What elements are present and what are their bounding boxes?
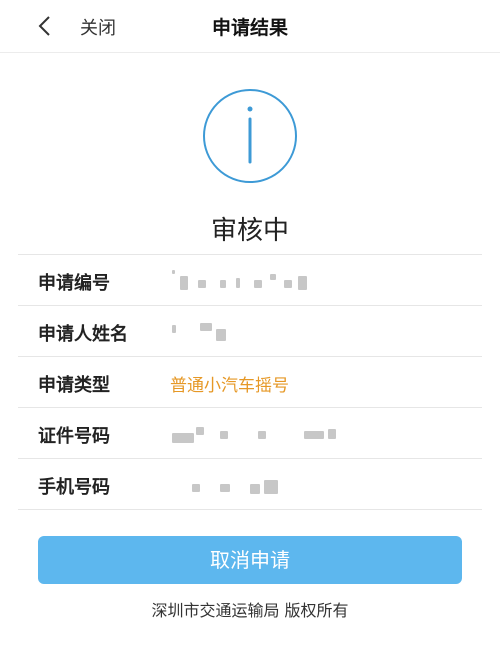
redacted-value (170, 270, 340, 290)
redacted-value (170, 423, 340, 443)
cancel-application-button[interactable]: 取消申请 (38, 536, 462, 584)
status-text: 审核中 (210, 216, 289, 246)
row-id-number: 证件号码 (18, 407, 482, 458)
application-info-table: 申请编号 申请人姓名 申请类型 普通小汽车摇号 证件号码 手机号码 (18, 254, 482, 510)
row-application-number: 申请编号 (18, 254, 482, 305)
row-applicant-name: 申请人姓名 (18, 305, 482, 356)
page-title: 申请结果 (211, 17, 288, 39)
row-label: 申请编号 (38, 273, 110, 294)
row-label: 申请人姓名 (38, 324, 128, 345)
row-label: 申请类型 (38, 375, 110, 396)
info-circle-icon (203, 89, 297, 183)
footer-copyright: 深圳市交通运输局 版权所有 (151, 601, 349, 620)
row-label: 证件号码 (38, 426, 110, 447)
top-nav-bar: 关闭 申请结果 (0, 0, 500, 53)
row-phone-number: 手机号码 (18, 458, 482, 510)
row-label: 手机号码 (38, 477, 110, 498)
redacted-value (170, 474, 340, 494)
redacted-value (170, 321, 340, 341)
row-application-type: 申请类型 普通小汽车摇号 (18, 356, 482, 407)
application-type-value: 普通小汽车摇号 (170, 376, 289, 396)
